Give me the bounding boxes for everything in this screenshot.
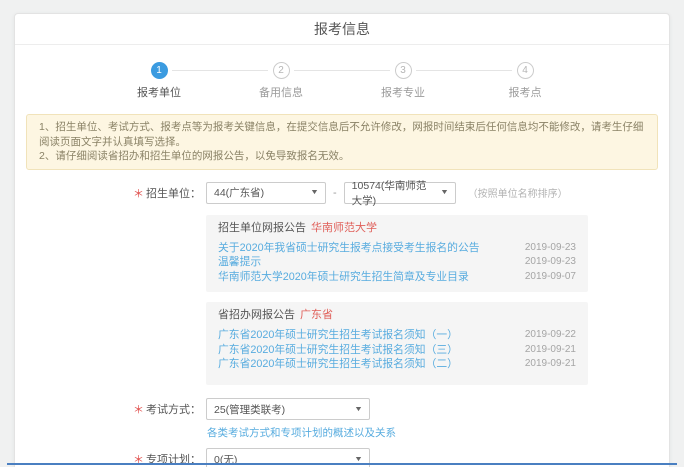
- notice-row: 华南师范大学2020年硕士研究生招生简章及专业目录 2019-09-07: [218, 270, 576, 285]
- step-baokao-zhuanye: 3 报考专业: [342, 62, 464, 100]
- notice-line-2: 2、请仔细阅读省招办和招生单位的网报公告，以免导致报名无效。: [39, 149, 645, 164]
- notice-row: 广东省2020年硕士研究生招生考试报名须知（一） 2019-09-22: [218, 328, 576, 343]
- notice-link[interactable]: 关于2020年我省硕士研究生报考点接受考生报名的公告: [218, 241, 480, 256]
- enrollment-unit-row: ＊招生单位： 44(广东省) ▼ - 10574(华南师范大学) ▼ （按照单位…: [15, 182, 669, 204]
- notice-row: 广东省2020年硕士研究生招生考试报名须知（三） 2019-09-21: [218, 343, 576, 358]
- notice-date: 2019-09-22: [525, 328, 576, 343]
- province-select[interactable]: 44(广东省) ▼: [206, 182, 326, 204]
- province-notices-box: 省招办网报公告广东省 广东省2020年硕士研究生招生考试报名须知（一） 2019…: [206, 302, 588, 385]
- unit-notices-box: 招生单位网报公告华南师范大学 关于2020年我省硕士研究生报考点接受考生报名的公…: [206, 215, 588, 292]
- required-marker: ＊: [133, 188, 144, 200]
- exam-mode-select[interactable]: 25(管理类联考) ▼: [206, 398, 370, 420]
- notice-date: 2019-09-07: [525, 270, 576, 285]
- unit-select-value: 10574(华南师范大学): [352, 178, 435, 208]
- notice-link[interactable]: 广东省2020年硕士研究生招生考试报名须知（二）: [218, 357, 458, 372]
- exam-mode-help-link[interactable]: 各类考试方式和专项计划的概述以及关系: [207, 425, 396, 440]
- unit-notices-title: 招生单位网报公告华南师范大学: [218, 221, 576, 235]
- step-4-circle: 4: [517, 62, 534, 79]
- step-beiyong-xinxi: 2 备用信息: [220, 62, 342, 100]
- stepper: 1 报考单位 2 备用信息 3 报考专业 4 报考点: [15, 45, 669, 100]
- notice-date: 2019-09-23: [525, 255, 576, 270]
- exam-mode-select-value: 25(管理类联考): [214, 402, 285, 417]
- warning-notice-box: 1、招生单位、考试方式、报考点等为报考关键信息，在提交信息后不允许修改，网报时间…: [26, 114, 658, 170]
- notice-link[interactable]: 华南师范大学2020年硕士研究生招生简章及专业目录: [218, 270, 469, 285]
- unit-select[interactable]: 10574(华南师范大学) ▼: [344, 182, 456, 204]
- step-2-label: 备用信息: [220, 84, 342, 100]
- notice-row: 广东省2020年硕士研究生招生考试报名须知（二） 2019-09-21: [218, 357, 576, 372]
- notice-date: 2019-09-21: [525, 343, 576, 358]
- chevron-down-icon: ▼: [354, 406, 363, 413]
- step-2-circle: 2: [273, 62, 290, 79]
- step-1-circle: 1: [151, 62, 168, 79]
- required-marker: ＊: [133, 404, 144, 416]
- notice-line-1: 1、招生单位、考试方式、报考点等为报考关键信息，在提交信息后不允许修改，网报时间…: [39, 120, 645, 149]
- exam-mode-row: ＊考试方式： 25(管理类联考) ▼: [15, 398, 669, 420]
- page-title: 报考信息: [15, 14, 669, 45]
- notice-link[interactable]: 温馨提示: [218, 255, 261, 270]
- province-name-highlight: 广东省: [300, 309, 333, 321]
- registration-card: 报考信息 1 报考单位 2 备用信息 3 报考专业 4 报考点 1、招生单位、考…: [14, 13, 670, 467]
- chevron-down-icon: ▼: [440, 189, 449, 196]
- step-4-label: 报考点: [464, 84, 586, 100]
- step-3-circle: 3: [395, 62, 412, 79]
- step-3-label: 报考专业: [342, 84, 464, 100]
- sort-hint: （按照单位名称排序）: [468, 185, 568, 200]
- exam-mode-label: ＊考试方式：: [15, 401, 201, 417]
- select-separator: -: [333, 187, 337, 199]
- notice-row: 关于2020年我省硕士研究生报考点接受考生报名的公告 2019-09-23: [218, 241, 576, 256]
- province-select-value: 44(广东省): [214, 185, 264, 200]
- notice-link[interactable]: 广东省2020年硕士研究生招生考试报名须知（一）: [218, 328, 458, 343]
- step-baokao-danwei: 1 报考单位: [98, 62, 220, 100]
- unit-name-highlight: 华南师范大学: [311, 222, 377, 234]
- viewport-bottom-line: [7, 463, 677, 465]
- notice-row: 温馨提示 2019-09-23: [218, 255, 576, 270]
- notice-date: 2019-09-23: [525, 241, 576, 256]
- chevron-down-icon: ▼: [354, 456, 363, 463]
- chevron-down-icon: ▼: [310, 189, 319, 196]
- notice-link[interactable]: 广东省2020年硕士研究生招生考试报名须知（三）: [218, 343, 458, 358]
- notice-date: 2019-09-21: [525, 357, 576, 372]
- step-baokao-dian: 4 报考点: [464, 62, 586, 100]
- enrollment-unit-label: ＊招生单位：: [15, 185, 201, 201]
- province-notices-title: 省招办网报公告广东省: [218, 308, 576, 322]
- step-1-label: 报考单位: [98, 84, 220, 100]
